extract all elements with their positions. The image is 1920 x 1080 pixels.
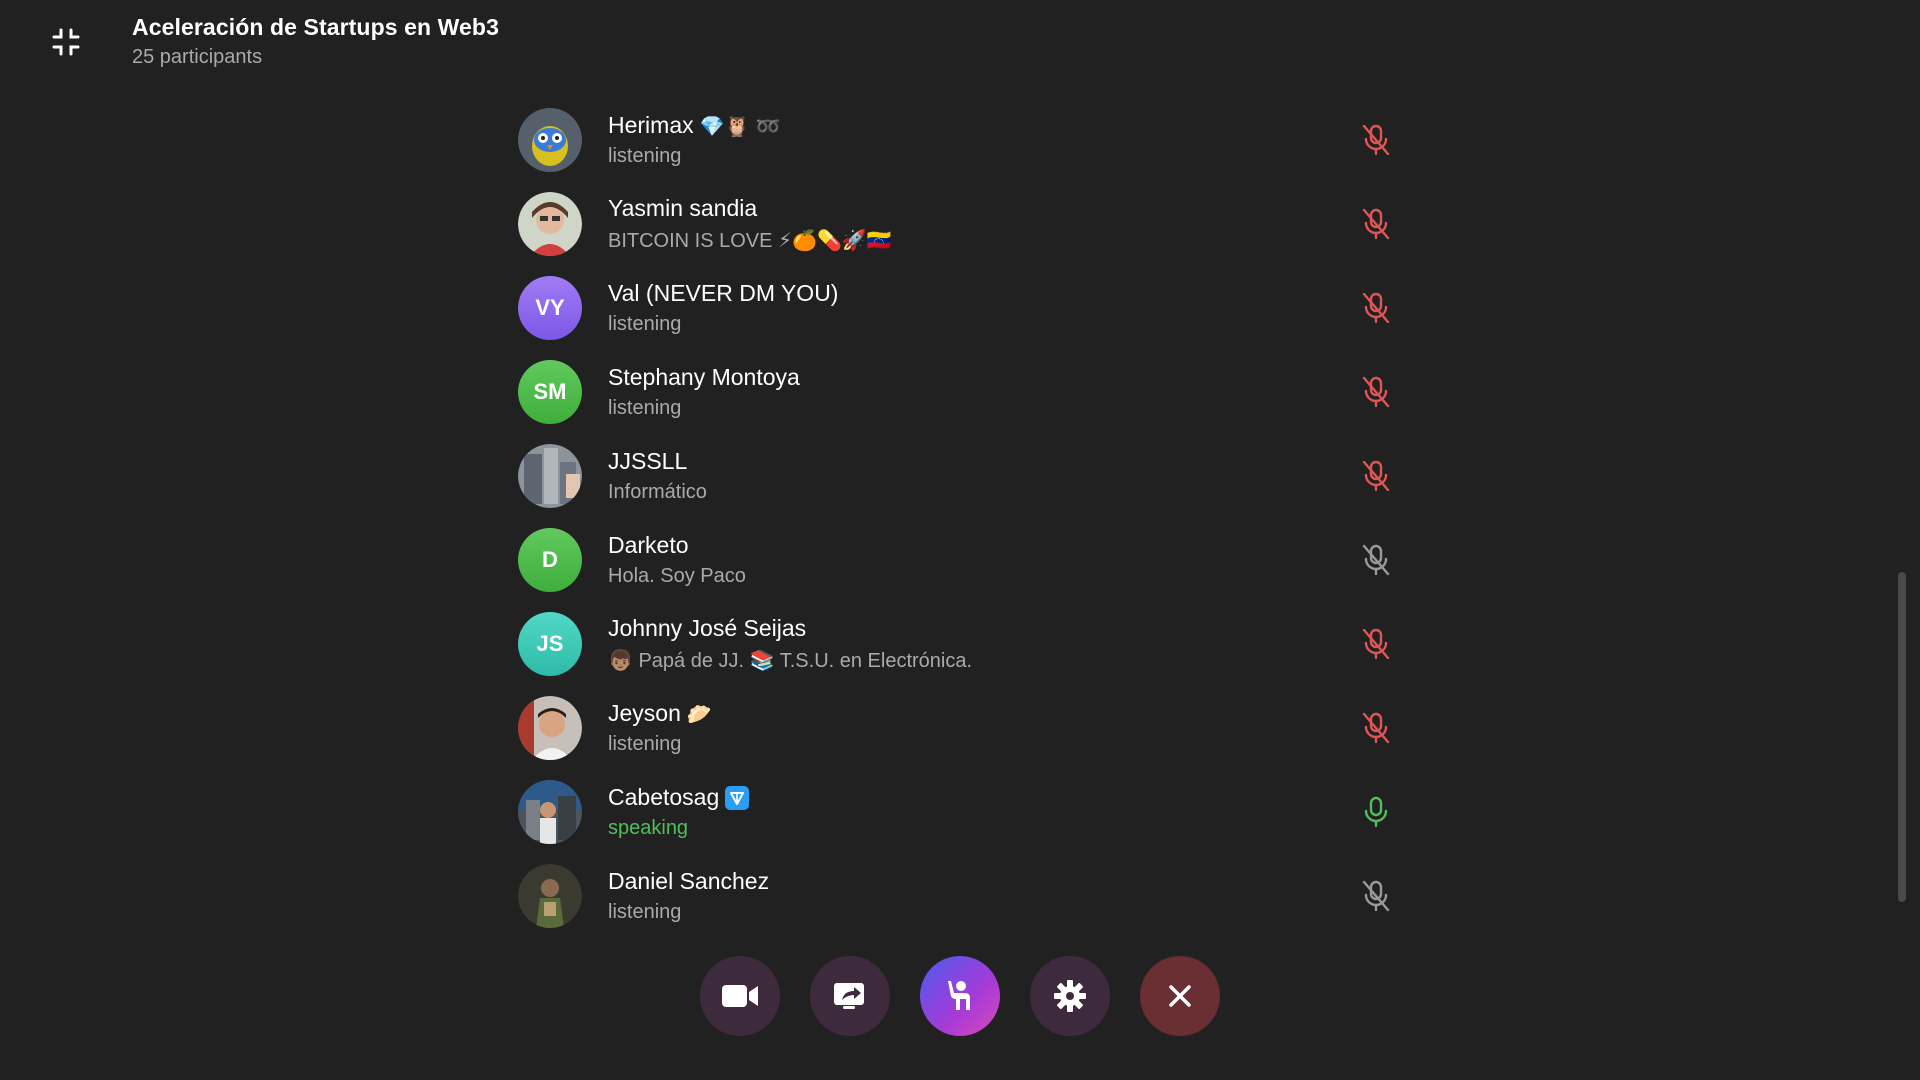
share-screen-button[interactable] <box>810 956 890 1036</box>
mic-off-icon <box>1362 880 1390 912</box>
mic-off-icon <box>1362 208 1390 240</box>
participant-count: 25 participants <box>132 46 263 68</box>
video-camera-icon <box>722 985 758 1007</box>
avatar <box>518 780 582 844</box>
scrollbar[interactable] <box>1898 572 1906 902</box>
avatar-initials: D <box>542 547 558 572</box>
participant-name: Val (NEVER DM YOU) <box>608 280 839 306</box>
avatar-initials: VY <box>535 295 565 320</box>
participant-row[interactable]: JJSSLL Informático <box>518 434 1398 518</box>
participant-row[interactable]: Jeyson 🥟 listening <box>518 686 1398 770</box>
participant-row[interactable]: Cabetosag speaking <box>518 770 1398 854</box>
participant-status: speaking <box>608 817 689 839</box>
chat-title: Aceleración de Startups en Web3 <box>132 14 499 40</box>
avatar <box>518 192 582 256</box>
avatar: SM <box>518 360 582 424</box>
mic-off-icon <box>1362 376 1390 408</box>
avatar: D <box>518 528 582 592</box>
avatar <box>518 108 582 172</box>
avatar: VY <box>518 276 582 340</box>
participant-status: listening <box>608 901 682 923</box>
leave-button[interactable] <box>1140 956 1220 1036</box>
participant-name: Darketo <box>608 532 689 558</box>
participant-row[interactable]: SM Stephany Montoya listening <box>518 350 1398 434</box>
avatar <box>518 696 582 760</box>
participant-status: listening <box>608 733 682 755</box>
participant-name: Herimax <box>608 112 694 138</box>
mic-off-icon <box>1362 544 1390 576</box>
participant-row[interactable]: D Darketo Hola. Soy Paco <box>518 518 1398 602</box>
avatar-initials: SM <box>533 379 567 404</box>
mic-active-button[interactable] <box>1354 790 1398 834</box>
participant-name: JJSSLL <box>608 448 688 474</box>
avatar <box>518 444 582 508</box>
participant-name: Stephany Montoya <box>608 364 800 390</box>
mic-muted-button[interactable] <box>1354 118 1398 162</box>
participant-status: listening <box>608 145 682 167</box>
participant-name: Daniel Sanchez <box>608 868 770 894</box>
avatar-initials: JS <box>536 631 564 656</box>
participant-status: BITCOIN IS LOVE ⚡🍊💊🚀🇻🇪 <box>608 230 892 252</box>
video-button[interactable] <box>700 956 780 1036</box>
participant-status: listening <box>608 397 682 419</box>
gear-icon <box>1054 980 1086 1012</box>
mic-muted-button[interactable] <box>1354 706 1398 750</box>
minimize-button[interactable] <box>36 18 96 66</box>
mic-muted-button[interactable] <box>1354 874 1398 918</box>
mic-muted-button[interactable] <box>1354 622 1398 666</box>
raise-hand-button[interactable] <box>920 956 1000 1036</box>
call-controls <box>0 956 1920 1040</box>
mic-muted-button[interactable] <box>1354 538 1398 582</box>
name-emoji: 🥟 <box>686 701 712 726</box>
participant-status: listening <box>608 313 682 335</box>
participant-name: Cabetosag <box>608 784 720 810</box>
settings-button[interactable] <box>1030 956 1110 1036</box>
collapse-icon <box>52 28 80 56</box>
mic-off-icon <box>1362 292 1390 324</box>
participant-name: Johnny José Seijas <box>608 615 807 641</box>
raise-hand-icon <box>948 981 970 1010</box>
close-icon <box>1169 985 1191 1007</box>
avatar: JS <box>518 612 582 676</box>
name-emoji: 💎🦉 ➿ <box>699 113 781 138</box>
mic-off-icon <box>1362 712 1390 744</box>
mic-on-icon <box>1364 796 1388 828</box>
participant-status: Hola. Soy Paco <box>608 565 746 587</box>
participant-row[interactable]: Herimax 💎🦉 ➿ listening <box>518 98 1398 182</box>
mic-off-icon <box>1362 628 1390 660</box>
mic-off-icon <box>1362 460 1390 492</box>
participant-row[interactable]: Yasmin sandia BITCOIN IS LOVE ⚡🍊💊🚀🇻🇪 <box>518 182 1398 266</box>
participant-row[interactable]: JS Johnny José Seijas 👦🏽 Papá de JJ. 📚 T… <box>518 602 1398 686</box>
mic-muted-button[interactable] <box>1354 370 1398 414</box>
header: Aceleración de Startups en Web3 25 parti… <box>0 0 1920 90</box>
participant-list: Herimax 💎🦉 ➿ listening Yasmin sandia BIT… <box>518 98 1398 938</box>
participant-row[interactable]: Daniel Sanchez listening <box>518 854 1398 938</box>
participant-row[interactable]: VY Val (NEVER DM YOU) listening <box>518 266 1398 350</box>
verified-badge-icon <box>725 785 750 810</box>
mic-off-icon <box>1362 124 1390 156</box>
participant-name: Yasmin sandia <box>608 195 758 221</box>
screen-share-icon <box>834 983 864 1009</box>
mic-muted-button[interactable] <box>1354 202 1398 246</box>
participant-name: Jeyson <box>608 700 681 726</box>
participant-status: 👦🏽 Papá de JJ. 📚 T.S.U. en Electrónica. <box>608 650 973 672</box>
mic-muted-button[interactable] <box>1354 286 1398 330</box>
participant-status: Informático <box>608 481 707 503</box>
mic-muted-button[interactable] <box>1354 454 1398 498</box>
avatar <box>518 864 582 928</box>
